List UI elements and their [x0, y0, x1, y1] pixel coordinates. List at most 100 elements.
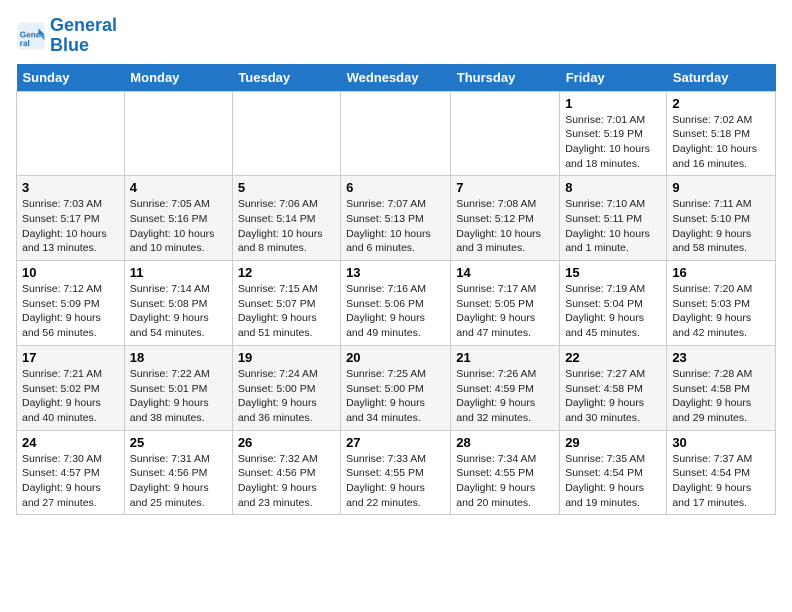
day-number: 12	[238, 265, 335, 280]
calendar-cell: 14 Sunrise: 7:17 AM Sunset: 5:05 PM Dayli…	[451, 261, 560, 346]
calendar-cell: 5 Sunrise: 7:06 AM Sunset: 5:14 PM Daylig…	[232, 176, 340, 261]
day-info: Sunrise: 7:30 AM Sunset: 4:57 PM Dayligh…	[22, 452, 119, 511]
day-number: 5	[238, 180, 335, 195]
day-number: 17	[22, 350, 119, 365]
day-number: 15	[565, 265, 661, 280]
day-number: 18	[130, 350, 227, 365]
day-info: Sunrise: 7:35 AM Sunset: 4:54 PM Dayligh…	[565, 452, 661, 511]
calendar-cell: 30 Sunrise: 7:37 AM Sunset: 4:54 PM Dayli…	[667, 430, 776, 515]
weekday-header-saturday: Saturday	[667, 64, 776, 92]
day-info: Sunrise: 7:10 AM Sunset: 5:11 PM Dayligh…	[565, 197, 661, 256]
day-number: 4	[130, 180, 227, 195]
day-number: 28	[456, 435, 554, 450]
day-number: 26	[238, 435, 335, 450]
day-number: 8	[565, 180, 661, 195]
day-number: 2	[672, 96, 770, 111]
day-number: 16	[672, 265, 770, 280]
weekday-header-sunday: Sunday	[17, 64, 125, 92]
calendar-cell	[17, 91, 125, 176]
day-info: Sunrise: 7:26 AM Sunset: 4:59 PM Dayligh…	[456, 367, 554, 426]
calendar-cell: 24 Sunrise: 7:30 AM Sunset: 4:57 PM Dayli…	[17, 430, 125, 515]
day-info: Sunrise: 7:21 AM Sunset: 5:02 PM Dayligh…	[22, 367, 119, 426]
weekday-header-thursday: Thursday	[451, 64, 560, 92]
calendar-cell: 3 Sunrise: 7:03 AM Sunset: 5:17 PM Daylig…	[17, 176, 125, 261]
calendar-cell: 6 Sunrise: 7:07 AM Sunset: 5:13 PM Daylig…	[341, 176, 451, 261]
day-number: 21	[456, 350, 554, 365]
calendar-cell: 10Sunrise: 7:12 AM Sunset: 5:09 PM Dayli…	[17, 261, 125, 346]
day-number: 10	[22, 265, 119, 280]
weekday-header-monday: Monday	[124, 64, 232, 92]
day-info: Sunrise: 7:33 AM Sunset: 4:55 PM Dayligh…	[346, 452, 445, 511]
day-number: 22	[565, 350, 661, 365]
logo-text: General Blue	[50, 16, 117, 56]
day-info: Sunrise: 7:22 AM Sunset: 5:01 PM Dayligh…	[130, 367, 227, 426]
day-number: 11	[130, 265, 227, 280]
day-info: Sunrise: 7:16 AM Sunset: 5:06 PM Dayligh…	[346, 282, 445, 341]
calendar-cell: 11 Sunrise: 7:14 AM Sunset: 5:08 PM Dayli…	[124, 261, 232, 346]
calendar-cell: 28 Sunrise: 7:34 AM Sunset: 4:55 PM Dayli…	[451, 430, 560, 515]
calendar-cell: 19 Sunrise: 7:24 AM Sunset: 5:00 PM Dayli…	[232, 345, 340, 430]
day-info: Sunrise: 7:06 AM Sunset: 5:14 PM Dayligh…	[238, 197, 335, 256]
calendar-cell: 20 Sunrise: 7:25 AM Sunset: 5:00 PM Dayli…	[341, 345, 451, 430]
day-info: Sunrise: 7:27 AM Sunset: 4:58 PM Dayligh…	[565, 367, 661, 426]
calendar-cell: 27 Sunrise: 7:33 AM Sunset: 4:55 PM Dayli…	[341, 430, 451, 515]
day-info: Sunrise: 7:20 AM Sunset: 5:03 PM Dayligh…	[672, 282, 770, 341]
page-header: Gene- ral General Blue	[16, 16, 776, 56]
day-number: 24	[22, 435, 119, 450]
day-number: 3	[22, 180, 119, 195]
day-info: Sunrise: 7:03 AM Sunset: 5:17 PM Dayligh…	[22, 197, 119, 256]
day-number: 19	[238, 350, 335, 365]
day-number: 9	[672, 180, 770, 195]
weekday-header-wednesday: Wednesday	[341, 64, 451, 92]
calendar-cell: 2 Sunrise: 7:02 AM Sunset: 5:18 PM Daylig…	[667, 91, 776, 176]
calendar-cell: 22 Sunrise: 7:27 AM Sunset: 4:58 PM Dayli…	[560, 345, 667, 430]
calendar-cell: 13Sunrise: 7:16 AM Sunset: 5:06 PM Dayli…	[341, 261, 451, 346]
day-info: Sunrise: 7:17 AM Sunset: 5:05 PM Dayligh…	[456, 282, 554, 341]
day-info: Sunrise: 7:34 AM Sunset: 4:55 PM Dayligh…	[456, 452, 554, 511]
calendar-cell: 25 Sunrise: 7:31 AM Sunset: 4:56 PM Dayli…	[124, 430, 232, 515]
weekday-header-tuesday: Tuesday	[232, 64, 340, 92]
day-info: Sunrise: 7:19 AM Sunset: 5:04 PM Dayligh…	[565, 282, 661, 341]
day-info: Sunrise: 7:15 AM Sunset: 5:07 PM Dayligh…	[238, 282, 335, 341]
day-number: 25	[130, 435, 227, 450]
day-number: 6	[346, 180, 445, 195]
day-info: Sunrise: 7:07 AM Sunset: 5:13 PM Dayligh…	[346, 197, 445, 256]
calendar-cell: 21 Sunrise: 7:26 AM Sunset: 4:59 PM Dayli…	[451, 345, 560, 430]
day-number: 29	[565, 435, 661, 450]
calendar-cell: 17 Sunrise: 7:21 AM Sunset: 5:02 PM Dayli…	[17, 345, 125, 430]
weekday-header-friday: Friday	[560, 64, 667, 92]
calendar-cell	[232, 91, 340, 176]
day-info: Sunrise: 7:05 AM Sunset: 5:16 PM Dayligh…	[130, 197, 227, 256]
calendar-cell: 16 Sunrise: 7:20 AM Sunset: 5:03 PM Dayli…	[667, 261, 776, 346]
logo: Gene- ral General Blue	[16, 16, 117, 56]
day-number: 1	[565, 96, 661, 111]
day-number: 7	[456, 180, 554, 195]
calendar-cell: 8 Sunrise: 7:10 AM Sunset: 5:11 PM Daylig…	[560, 176, 667, 261]
calendar-cell: 26 Sunrise: 7:32 AM Sunset: 4:56 PM Dayli…	[232, 430, 340, 515]
calendar-cell	[451, 91, 560, 176]
day-info: Sunrise: 7:08 AM Sunset: 5:12 PM Dayligh…	[456, 197, 554, 256]
calendar-table: SundayMondayTuesdayWednesdayThursdayFrid…	[16, 64, 776, 516]
calendar-cell: 23 Sunrise: 7:28 AM Sunset: 4:58 PM Dayli…	[667, 345, 776, 430]
day-info: Sunrise: 7:02 AM Sunset: 5:18 PM Dayligh…	[672, 113, 770, 172]
day-number: 27	[346, 435, 445, 450]
svg-text:ral: ral	[20, 39, 30, 48]
day-info: Sunrise: 7:14 AM Sunset: 5:08 PM Dayligh…	[130, 282, 227, 341]
day-number: 23	[672, 350, 770, 365]
calendar-cell: 15 Sunrise: 7:19 AM Sunset: 5:04 PM Dayli…	[560, 261, 667, 346]
calendar-cell: 12 Sunrise: 7:15 AM Sunset: 5:07 PM Dayli…	[232, 261, 340, 346]
day-info: Sunrise: 7:01 AM Sunset: 5:19 PM Dayligh…	[565, 113, 661, 172]
day-info: Sunrise: 7:24 AM Sunset: 5:00 PM Dayligh…	[238, 367, 335, 426]
day-info: Sunrise: 7:32 AM Sunset: 4:56 PM Dayligh…	[238, 452, 335, 511]
day-number: 20	[346, 350, 445, 365]
day-info: Sunrise: 7:28 AM Sunset: 4:58 PM Dayligh…	[672, 367, 770, 426]
day-number: 30	[672, 435, 770, 450]
day-number: 14	[456, 265, 554, 280]
day-info: Sunrise: 7:37 AM Sunset: 4:54 PM Dayligh…	[672, 452, 770, 511]
day-info: Sunrise: 7:25 AM Sunset: 5:00 PM Dayligh…	[346, 367, 445, 426]
calendar-cell: 18 Sunrise: 7:22 AM Sunset: 5:01 PM Dayli…	[124, 345, 232, 430]
day-info: Sunrise: 7:31 AM Sunset: 4:56 PM Dayligh…	[130, 452, 227, 511]
calendar-cell: 7 Sunrise: 7:08 AM Sunset: 5:12 PM Daylig…	[451, 176, 560, 261]
calendar-cell: 29 Sunrise: 7:35 AM Sunset: 4:54 PM Dayli…	[560, 430, 667, 515]
calendar-cell: 9Sunrise: 7:11 AM Sunset: 5:10 PM Daylig…	[667, 176, 776, 261]
